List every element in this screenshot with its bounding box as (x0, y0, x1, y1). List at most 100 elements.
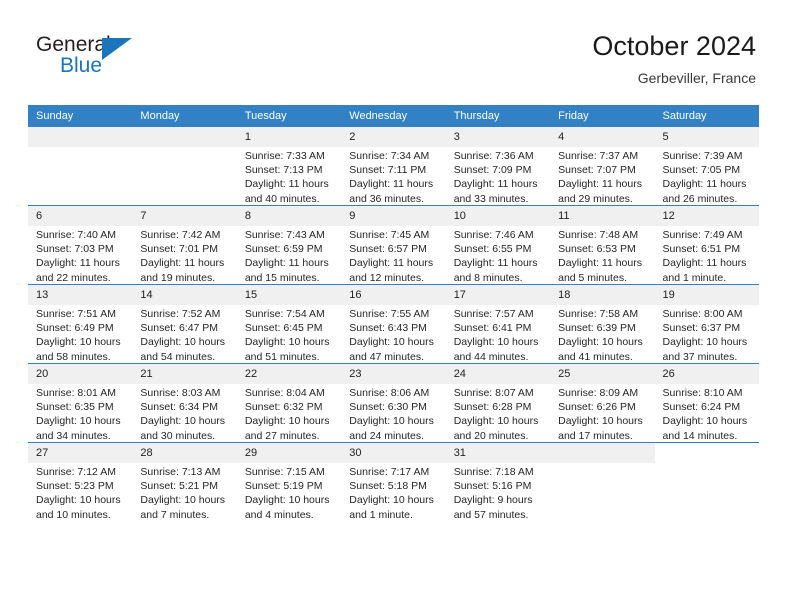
sunrise-text: Sunrise: 7:45 AM (349, 229, 430, 241)
calendar-day-cell[interactable]: 8 Sunrise: 7:43 AM Sunset: 6:59 PM Daylight… (236, 205, 342, 285)
calendar-day-cell[interactable]: 19 Sunrise: 8:00 AM Sunset: 6:37 PM Dayligh… (654, 284, 759, 364)
calendar-day-cell[interactable]: 10 Sunrise: 7:46 AM Sunset: 6:55 PM Dayligh… (445, 205, 551, 285)
day-number: 5 (654, 127, 759, 147)
daylight-text-line2: and 54 minutes. (140, 350, 216, 363)
daylight-text-line1: Daylight: 10 hours (244, 415, 330, 428)
day-number: 12 (654, 206, 759, 226)
day-number: 14 (132, 285, 237, 305)
sunset-text: Sunset: 5:21 PM (140, 480, 219, 493)
calendar-day-cell[interactable]: 23 Sunrise: 8:06 AM Sunset: 6:30 PM Dayligh… (341, 363, 446, 443)
daylight-text-line1: Daylight: 10 hours (558, 415, 643, 428)
daylight-text-line2: and 19 minutes. (140, 271, 216, 284)
calendar-day-cell[interactable]: 9 Sunrise: 7:45 AM Sunset: 6:57 PM Daylight… (341, 205, 446, 285)
day-details: Sunrise: 7:49 AM Sunset: 6:51 PM Daylight:… (655, 226, 759, 285)
daylight-text-line2: and 37 minutes. (662, 350, 738, 363)
day-cell-inner: 27 Sunrise: 7:12 AM Sunset: 5:23 PM Dayligh… (28, 443, 133, 521)
calendar-day-cell[interactable]: 31 Sunrise: 7:18 AM Sunset: 5:16 PM Dayligh… (445, 442, 551, 522)
day-number (28, 127, 133, 147)
daylight-text-line1: Daylight: 10 hours (36, 494, 121, 507)
daylight-text-line2: and 30 minutes. (140, 429, 216, 442)
day-cell-inner: 14 Sunrise: 7:52 AM Sunset: 6:47 PM Dayligh… (132, 285, 237, 363)
calendar-day-cell[interactable]: 6 Sunrise: 7:40 AM Sunset: 7:03 PM Daylight… (28, 205, 133, 285)
calendar-day-cell[interactable]: 13 Sunrise: 7:51 AM Sunset: 6:49 PM Dayligh… (28, 284, 133, 364)
day-details: Sunrise: 7:39 AM Sunset: 7:05 PM Daylight:… (655, 147, 759, 206)
title-block: October 2024 Gerbeviller, France (592, 30, 756, 88)
day-details: Sunrise: 7:18 AM Sunset: 5:16 PM Daylight:… (446, 463, 550, 522)
calendar-day-cell[interactable]: 12 Sunrise: 7:49 AM Sunset: 6:51 PM Dayligh… (654, 205, 759, 285)
day-number: 7 (132, 206, 237, 226)
calendar-day-cell[interactable]: 16 Sunrise: 7:55 AM Sunset: 6:43 PM Dayligh… (341, 284, 446, 364)
calendar-day-cell[interactable]: 1 Sunrise: 7:33 AM Sunset: 7:13 PM Daylight… (236, 127, 342, 206)
day-number: 29 (236, 443, 342, 463)
daylight-text-line1: Daylight: 11 hours (558, 178, 642, 191)
sunset-text: Sunset: 6:30 PM (349, 401, 427, 414)
day-cell-inner: 30 Sunrise: 7:17 AM Sunset: 5:18 PM Dayligh… (341, 443, 446, 521)
day-number: 26 (654, 364, 759, 384)
calendar-day-cell[interactable]: 29 Sunrise: 7:15 AM Sunset: 5:19 PM Dayligh… (236, 442, 342, 522)
daylight-text-line1: Daylight: 11 hours (453, 178, 538, 191)
calendar-day-cell[interactable]: 20 Sunrise: 8:01 AM Sunset: 6:35 PM Dayligh… (28, 363, 133, 443)
brand-logo[interactable]: General Blue (36, 33, 156, 85)
sunset-text: Sunset: 6:37 PM (662, 322, 741, 335)
calendar-day-cell[interactable]: 7 Sunrise: 7:42 AM Sunset: 7:01 PM Daylight… (132, 205, 237, 285)
day-details: Sunrise: 7:57 AM Sunset: 6:41 PM Daylight:… (446, 305, 550, 364)
calendar-page: General Blue October 2024 Gerbeviller, F… (0, 0, 792, 612)
sunset-text: Sunset: 5:16 PM (453, 480, 532, 493)
sunrise-text: Sunrise: 8:01 AM (36, 387, 116, 399)
calendar-day-cell[interactable]: 22 Sunrise: 8:04 AM Sunset: 6:32 PM Dayligh… (236, 363, 342, 443)
day-details: Sunrise: 7:34 AM Sunset: 7:11 PM Daylight:… (341, 147, 445, 206)
daylight-text-line2: and 34 minutes. (36, 429, 111, 442)
calendar-day-cell[interactable]: 14 Sunrise: 7:52 AM Sunset: 6:47 PM Dayligh… (132, 284, 237, 364)
weekday-header-saturday: Saturday (654, 105, 759, 127)
day-details: Sunrise: 8:00 AM Sunset: 6:37 PM Daylight:… (655, 305, 759, 364)
day-cell-inner (655, 443, 759, 521)
daylight-text-line1: Daylight: 11 hours (558, 257, 642, 270)
day-details: Sunrise: 7:45 AM Sunset: 6:57 PM Daylight:… (341, 226, 445, 285)
calendar-day-cell[interactable]: 28 Sunrise: 7:13 AM Sunset: 5:21 PM Dayligh… (132, 442, 237, 521)
calendar-day-cell[interactable]: 2 Sunrise: 7:34 AM Sunset: 7:11 PM Daylight… (341, 127, 446, 206)
calendar-day-cell[interactable]: 18 Sunrise: 7:58 AM Sunset: 6:39 PM Dayligh… (550, 284, 655, 364)
day-number: 20 (28, 364, 133, 384)
calendar-empty-cell (28, 127, 133, 206)
daylight-text-line2: and 4 minutes. (244, 508, 314, 521)
sunrise-text: Sunrise: 7:37 AM (558, 150, 639, 162)
day-cell-inner: 12 Sunrise: 7:49 AM Sunset: 6:51 PM Dayligh… (654, 206, 759, 285)
calendar-day-cell[interactable]: 26 Sunrise: 8:10 AM Sunset: 6:24 PM Dayligh… (654, 363, 759, 443)
day-cell-inner (28, 127, 133, 205)
daylight-text-line1: Daylight: 10 hours (244, 336, 330, 349)
calendar-empty-cell (654, 442, 759, 521)
day-cell-inner: 6 Sunrise: 7:40 AM Sunset: 7:03 PM Daylight… (28, 206, 133, 284)
calendar-grid: Sunday Monday Tuesday Wednesday Thursday… (28, 105, 759, 521)
daylight-text-line2: and 17 minutes. (558, 429, 633, 442)
calendar-day-cell[interactable]: 25 Sunrise: 8:09 AM Sunset: 6:26 PM Dayligh… (550, 363, 655, 443)
day-number: 4 (550, 127, 655, 147)
calendar-week-row: 20 Sunrise: 8:01 AM Sunset: 6:35 PM Dayligh… (28, 363, 759, 443)
calendar-day-cell[interactable]: 11 Sunrise: 7:48 AM Sunset: 6:53 PM Dayligh… (550, 205, 655, 285)
sunset-text: Sunset: 6:26 PM (558, 401, 636, 414)
sunset-text: Sunset: 7:09 PM (453, 164, 532, 177)
calendar-day-cell[interactable]: 3 Sunrise: 7:36 AM Sunset: 7:09 PM Daylight… (445, 127, 551, 206)
daylight-text-line2: and 27 minutes. (244, 429, 320, 442)
daylight-text-line1: Daylight: 11 hours (662, 178, 747, 191)
calendar-day-cell[interactable]: 27 Sunrise: 7:12 AM Sunset: 5:23 PM Dayligh… (28, 442, 133, 521)
day-number: 6 (28, 206, 133, 226)
day-cell-inner: 8 Sunrise: 7:43 AM Sunset: 6:59 PM Daylight… (236, 206, 342, 284)
calendar-empty-cell (132, 127, 237, 206)
sunrise-text: Sunrise: 8:03 AM (140, 387, 221, 399)
sunset-text: Sunset: 6:28 PM (453, 401, 532, 414)
calendar-day-cell[interactable]: 15 Sunrise: 7:54 AM Sunset: 6:45 PM Dayligh… (236, 284, 342, 364)
day-cell-inner: 31 Sunrise: 7:18 AM Sunset: 5:16 PM Dayligh… (445, 443, 551, 522)
calendar-day-cell[interactable]: 21 Sunrise: 8:03 AM Sunset: 6:34 PM Dayligh… (132, 363, 237, 443)
sunrise-text: Sunrise: 7:17 AM (349, 466, 430, 478)
calendar-day-cell[interactable]: 4 Sunrise: 7:37 AM Sunset: 7:07 PM Daylight… (550, 127, 655, 206)
day-details: Sunrise: 7:15 AM Sunset: 5:19 PM Daylight:… (237, 463, 341, 522)
calendar-day-cell[interactable]: 5 Sunrise: 7:39 AM Sunset: 7:05 PM Daylight… (654, 127, 759, 206)
daylight-text-line2: and 44 minutes. (453, 350, 529, 363)
sunrise-text: Sunrise: 7:33 AM (244, 150, 325, 162)
calendar-day-cell[interactable]: 17 Sunrise: 7:57 AM Sunset: 6:41 PM Dayligh… (445, 284, 551, 364)
calendar-day-cell[interactable]: 24 Sunrise: 8:07 AM Sunset: 6:28 PM Dayligh… (445, 363, 551, 443)
sunrise-text: Sunrise: 7:57 AM (453, 308, 534, 320)
weekday-header-friday: Friday (550, 105, 655, 127)
calendar-day-cell[interactable]: 30 Sunrise: 7:17 AM Sunset: 5:18 PM Dayligh… (341, 442, 446, 521)
day-cell-inner: 16 Sunrise: 7:55 AM Sunset: 6:43 PM Dayligh… (341, 285, 446, 363)
